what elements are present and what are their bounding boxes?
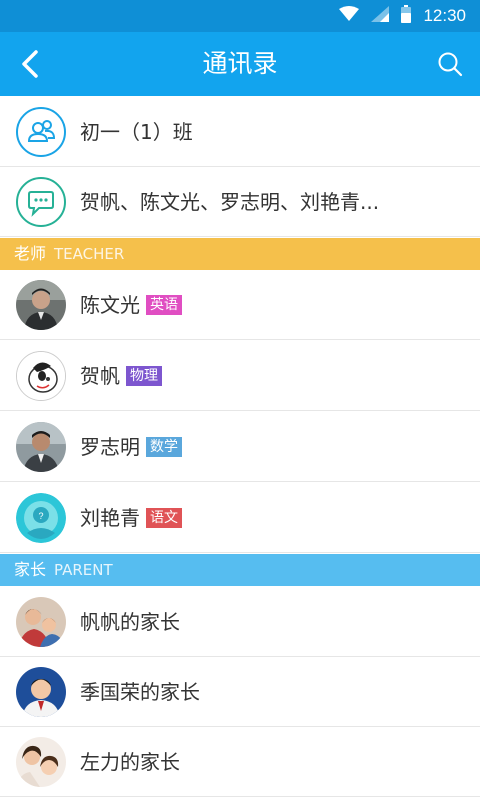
contact-row-teacher[interactable]: 贺帆 物理 xyxy=(0,341,480,411)
avatar xyxy=(16,422,66,472)
contact-name: 左力的家长 xyxy=(80,750,180,774)
contact-name: 陈文光 xyxy=(80,293,140,317)
section-label: 老师 xyxy=(14,244,47,263)
wifi-icon xyxy=(339,6,360,26)
group-name: 贺帆、陈文光、罗志明、刘艳青... xyxy=(80,190,380,214)
svg-text:?: ? xyxy=(38,511,43,521)
subject-badge: 数学 xyxy=(146,436,182,457)
status-bar: 12:30 xyxy=(0,0,480,32)
avatar xyxy=(16,667,66,717)
avatar xyxy=(16,737,66,787)
section-label: 家长 xyxy=(14,560,47,579)
avatar xyxy=(16,351,66,401)
group-icon xyxy=(16,107,66,157)
contact-row-teacher[interactable]: 罗志明 数学 xyxy=(0,412,480,482)
battery-icon xyxy=(401,5,412,27)
chat-icon xyxy=(16,177,66,227)
contact-name: 刘艳青 xyxy=(80,506,140,530)
contact-name: 季国荣的家长 xyxy=(80,680,200,704)
group-name: 初一（1）班 xyxy=(80,120,193,144)
subject-badge: 物理 xyxy=(126,365,162,386)
contact-name: 帆帆的家长 xyxy=(80,610,180,634)
app-bar: 通讯录 xyxy=(0,32,480,96)
contact-row-teacher[interactable]: ? 刘艳青 语文 xyxy=(0,483,480,553)
avatar xyxy=(16,280,66,330)
subject-badge: 英语 xyxy=(146,294,182,315)
section-label-en: TEACHER xyxy=(54,245,125,263)
avatar xyxy=(16,597,66,647)
avatar: ? xyxy=(16,493,66,543)
contact-name: 罗志明 xyxy=(80,435,140,459)
page-title: 通讯录 xyxy=(202,49,278,78)
contact-row-parent[interactable]: 季国荣的家长 xyxy=(0,657,480,727)
group-row-chat[interactable]: 贺帆、陈文光、罗志明、刘艳青... xyxy=(0,167,480,237)
contact-row-parent[interactable]: 帆帆的家长 xyxy=(0,587,480,657)
section-header-teacher: 老师 TEACHER xyxy=(0,238,480,270)
search-icon xyxy=(438,52,463,77)
status-time: 12:30 xyxy=(423,6,466,25)
search-button[interactable] xyxy=(432,46,468,82)
section-label-en: PARENT xyxy=(54,561,113,579)
group-row-class[interactable]: 初一（1）班 xyxy=(0,97,480,167)
section-header-parent: 家长 PARENT xyxy=(0,554,480,586)
contact-name: 贺帆 xyxy=(80,364,120,388)
contact-row-parent[interactable]: 左力的家长 xyxy=(0,727,480,797)
signal-icon xyxy=(371,6,390,26)
contact-row-teacher[interactable]: 陈文光 英语 xyxy=(0,270,480,340)
subject-badge: 语文 xyxy=(146,507,182,528)
